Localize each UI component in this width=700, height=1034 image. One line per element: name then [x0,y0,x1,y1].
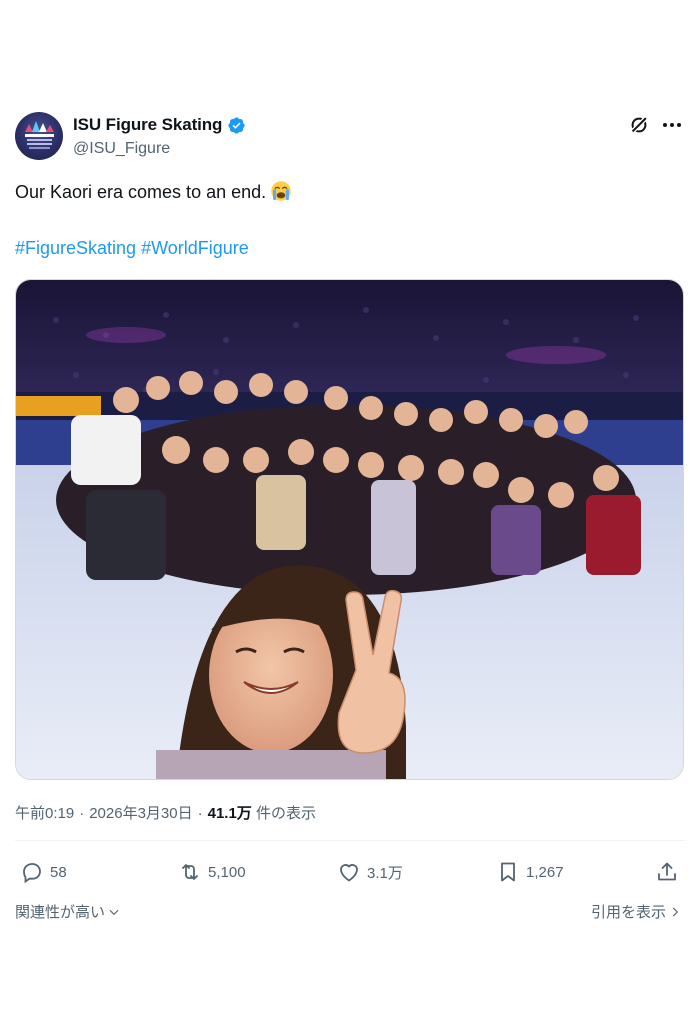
meta-separator: · [197,805,203,822]
like-count: 3.1万 [367,864,403,882]
tweet-text: Our Kaori era comes to an end. [15,180,292,204]
share-button[interactable] [655,860,679,884]
bookmark-button[interactable]: 1,267 [496,860,564,884]
more-options-icon[interactable] [660,114,684,136]
hashtag-link[interactable]: #FigureSkating [15,238,136,258]
heart-icon [340,864,358,882]
account-name-row: ISU Figure Skating [73,115,246,135]
tweet-photo[interactable] [15,279,684,780]
reply-count: 58 [50,863,67,881]
grok-icon[interactable] [628,114,650,136]
avatar[interactable] [15,112,63,160]
repost-button[interactable]: 5,100 [178,860,246,884]
chevron-right-icon [672,907,679,916]
repost-count: 5,100 [208,863,246,881]
tweet: ISU Figure Skating @ISU_Figure Our Kaori… [0,0,700,1034]
quotes-label: 引用を表示 [590,904,666,921]
views-count: 41.1万 [207,805,252,822]
group-selfie-photo [16,280,683,779]
bookmark-icon [501,862,515,882]
reply-icon [23,863,41,884]
views-label: 件の表示 [255,805,316,822]
repost-icon [182,864,198,880]
tweet-time[interactable]: 午前0:19 [15,805,74,822]
chevron-down-icon [109,909,119,915]
sort-label: 関連性が高い [15,904,106,921]
bookmark-count: 1,267 [526,863,564,881]
meta-separator: · [79,805,85,822]
share-icon [658,862,676,881]
sort-relevance-dropdown[interactable]: 関連性が高い [15,901,121,922]
tweet-date[interactable]: 2026年3月30日 [89,805,192,822]
loudly-crying-face-icon [271,181,291,201]
display-name[interactable]: ISU Figure Skating [73,115,222,135]
tweet-text-content: Our Kaori era comes to an end. [15,182,267,202]
verified-badge-icon [228,116,245,134]
hashtags: #FigureSkating #WorldFigure [15,236,249,260]
account-handle[interactable]: @ISU_Figure [73,140,170,158]
tweet-meta: 午前0:19 · 2026年3月30日 · 41.1万 件の表示 [15,802,316,823]
reply-button[interactable]: 58 [20,860,67,884]
divider [15,840,685,841]
hashtag-link[interactable]: #WorldFigure [141,238,249,258]
like-button[interactable]: 3.1万 [337,860,403,884]
view-quotes-link[interactable]: 引用を表示 [591,901,682,922]
